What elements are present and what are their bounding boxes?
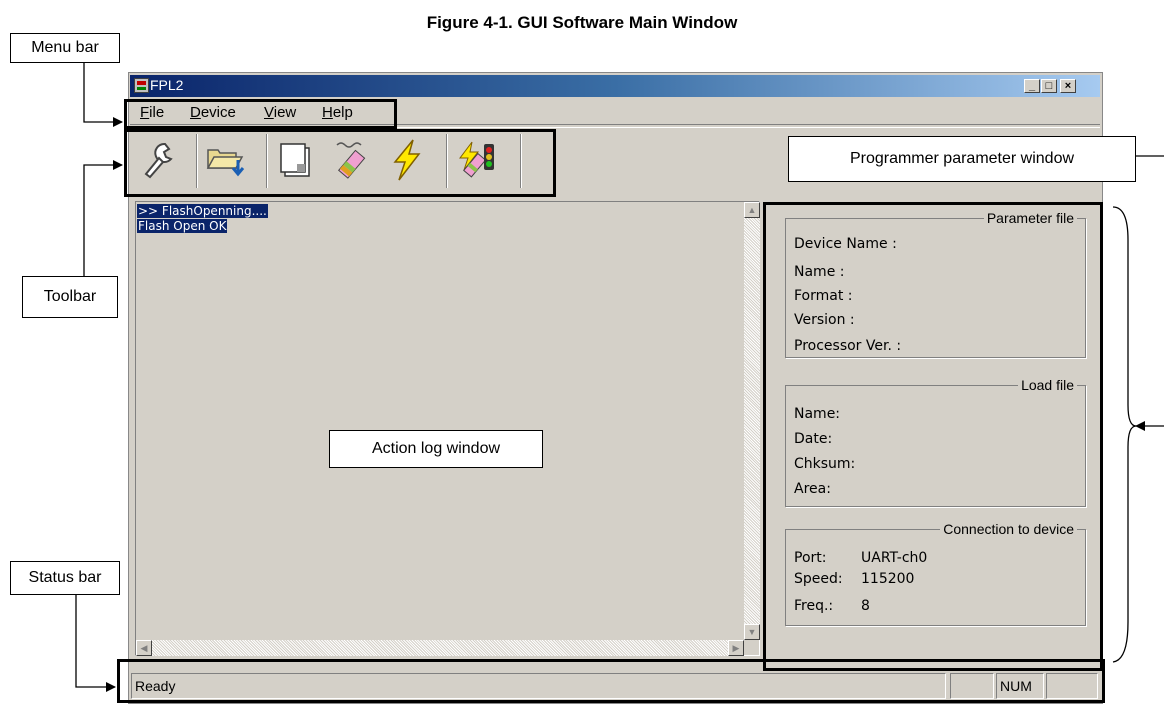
callout-connectors [75, 63, 1164, 692]
